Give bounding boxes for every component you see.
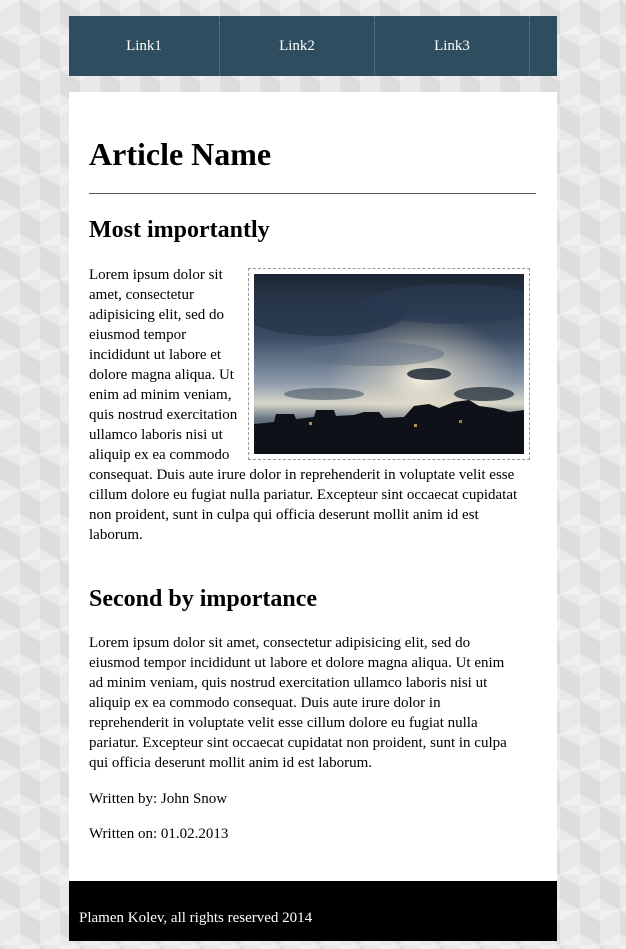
written-by: Written by: John Snow (89, 791, 228, 807)
written-on: Written on: 01.02.2013 (89, 826, 229, 842)
nav-link-2[interactable]: Link2 (220, 16, 375, 76)
section-heading-most-importantly: Most importantly (89, 217, 270, 243)
top-nav: Link1 Link2 Link3 (69, 16, 557, 76)
sunset-city-photo (254, 274, 524, 454)
nav-link-1[interactable]: Link1 (69, 16, 220, 76)
section-one-body: Lorem ipsum dolor sit amet, consectetur … (89, 265, 536, 545)
article-image-frame (248, 268, 530, 460)
footer-copyright: Plamen Kolev, all rights reserved 2014 (79, 910, 313, 926)
nav-link-3[interactable]: Link3 (375, 16, 530, 76)
section-two-paragraph: Lorem ipsum dolor sit amet, consectetur … (89, 635, 507, 771)
title-divider (89, 193, 536, 194)
page-footer: Plamen Kolev, all rights reserved 2014 (69, 881, 557, 941)
article-container: Article Name Most importantly Lorem ipsu… (69, 92, 557, 881)
article-title: Article Name (89, 136, 272, 172)
section-heading-second-by-importance: Second by importance (89, 586, 317, 612)
